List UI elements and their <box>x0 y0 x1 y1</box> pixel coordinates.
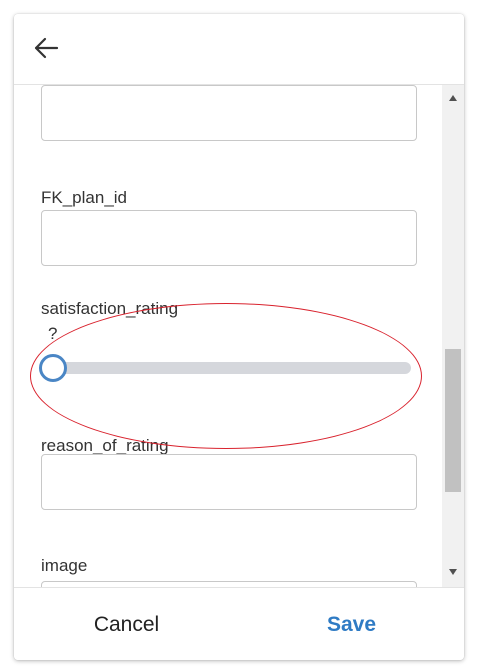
image-label: image <box>41 556 88 575</box>
save-button[interactable]: Save <box>239 588 464 660</box>
satisfaction-rating-slider-thumb[interactable] <box>39 354 67 382</box>
satisfaction-rating-value: ? <box>48 324 58 343</box>
satisfaction-rating-label: satisfaction_rating <box>41 299 179 318</box>
scrollbar-thumb[interactable] <box>445 349 461 492</box>
back-button[interactable] <box>30 34 62 66</box>
reason-of-rating-label: reason_of_rating <box>41 436 169 455</box>
previous-field-input[interactable] <box>41 85 417 141</box>
satisfaction-rating-slider-track[interactable] <box>51 362 411 374</box>
vertical-scrollbar[interactable] <box>442 85 464 587</box>
fk-plan-id-input[interactable] <box>41 210 417 266</box>
reason-of-rating-input[interactable] <box>41 454 417 510</box>
scroll-down-arrow-icon[interactable] <box>442 563 464 581</box>
scroll-up-arrow-icon[interactable] <box>442 89 464 107</box>
fk-plan-id-label: FK_plan_id <box>41 188 128 207</box>
highlight-ellipse-annotation <box>30 303 422 449</box>
form-scroll-area[interactable]: FK_plan_id satisfaction_rating ? reason_… <box>14 85 464 587</box>
edit-record-dialog: FK_plan_id satisfaction_rating ? reason_… <box>14 14 464 660</box>
arrow-left-icon <box>33 37 59 64</box>
dialog-footer: Cancel Save <box>14 587 464 660</box>
cancel-button[interactable]: Cancel <box>14 588 239 660</box>
dialog-header <box>14 14 464 85</box>
